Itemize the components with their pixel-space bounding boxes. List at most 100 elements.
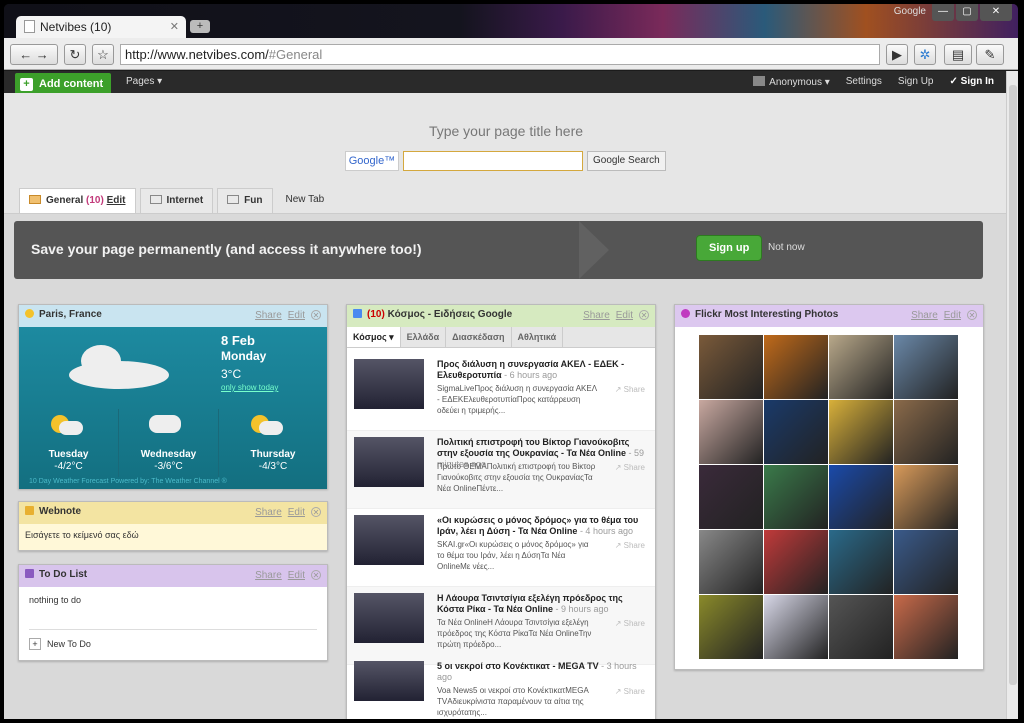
- close-tab-icon[interactable]: ✕: [170, 20, 179, 33]
- page-menu-icon[interactable]: ▤: [944, 44, 972, 65]
- close-icon[interactable]: ✕: [311, 310, 321, 320]
- todo-empty: nothing to do: [29, 595, 82, 605]
- flickr-photo[interactable]: [829, 530, 893, 594]
- news-item[interactable]: 5 οι νεκροί στο Κονέκτικατ - MEGA TV - 3…: [347, 655, 655, 719]
- widget-header[interactable]: Flickr Most Interesting Photos Share Edit…: [675, 305, 983, 327]
- sign-up-button[interactable]: Sign up: [696, 235, 763, 261]
- close-window-button[interactable]: ✕: [980, 4, 1012, 21]
- browser-tab[interactable]: Netvibes (10) ✕: [16, 16, 186, 38]
- edit-link[interactable]: Edit: [288, 507, 305, 518]
- webnote-text[interactable]: Εισάγετε το κείμενό σας εδώ: [19, 524, 327, 550]
- close-icon[interactable]: ✕: [311, 570, 321, 580]
- flickr-photo[interactable]: [699, 530, 763, 594]
- flickr-photo[interactable]: [829, 400, 893, 464]
- widget-header[interactable]: Paris, France Share Edit ✕: [19, 305, 327, 327]
- news-tab[interactable]: Κόσμος ▾: [347, 327, 401, 347]
- not-now-link[interactable]: Not now: [768, 242, 805, 253]
- flickr-photo[interactable]: [894, 595, 958, 659]
- minimize-button[interactable]: —: [932, 4, 954, 21]
- widget-header[interactable]: Webnote Share Edit ✕: [19, 502, 327, 524]
- news-item[interactable]: «Οι κυρώσεις ο μόνος δρόμος» για το θέμα…: [347, 509, 655, 587]
- widget-header[interactable]: To Do List Share Edit ✕: [19, 565, 327, 587]
- widget-header[interactable]: (10) Κόσμος - Ειδήσεις Google Share Edit ✕: [347, 305, 655, 327]
- tab-internet[interactable]: Internet: [139, 188, 214, 213]
- google-search-button[interactable]: Google Search: [587, 151, 666, 171]
- scrollbar-thumb[interactable]: [1009, 85, 1017, 685]
- edit-link[interactable]: Edit: [616, 310, 633, 321]
- new-todo-button[interactable]: + New To Do: [19, 630, 327, 658]
- page-title[interactable]: Type your page title here: [4, 123, 1008, 139]
- new-tab-button[interactable]: +: [190, 20, 210, 33]
- flickr-photo[interactable]: [894, 465, 958, 529]
- extension-icon[interactable]: ✲: [914, 44, 936, 65]
- news-item[interactable]: Η Λάουρα Τσιντσίγια εξελέγη πρόεδρος της…: [347, 587, 655, 665]
- todo-widget: To Do List Share Edit ✕ nothing to do + New…: [18, 564, 328, 661]
- flickr-photo[interactable]: [894, 400, 958, 464]
- news-item[interactable]: Προς διάλυση η συνεργασία ΑΚΕΛ - ΕΔΕΚ - …: [347, 353, 655, 431]
- news-title[interactable]: Πολιτική επιστροφή του Βίκτορ Γιανούκοβι…: [437, 437, 629, 458]
- maximize-button[interactable]: ▢: [956, 4, 978, 21]
- edit-link[interactable]: Edit: [944, 310, 961, 321]
- flickr-photo[interactable]: [764, 335, 828, 399]
- tab-new[interactable]: New Tab: [277, 188, 334, 213]
- flickr-photo[interactable]: [699, 595, 763, 659]
- news-tab[interactable]: Αθλητικά: [512, 327, 564, 347]
- flickr-photo[interactable]: [699, 335, 763, 399]
- flickr-photo[interactable]: [699, 465, 763, 529]
- flickr-photo[interactable]: [764, 530, 828, 594]
- flickr-photo[interactable]: [829, 595, 893, 659]
- flickr-photo[interactable]: [764, 400, 828, 464]
- flickr-photo[interactable]: [764, 465, 828, 529]
- star-icon[interactable]: ☆: [92, 44, 114, 65]
- share-link[interactable]: Share: [911, 310, 938, 321]
- share-link[interactable]: Share: [255, 507, 282, 518]
- close-icon[interactable]: ✕: [639, 310, 649, 320]
- tab-fun[interactable]: Fun: [217, 188, 273, 213]
- address-bar[interactable]: http://www.netvibes.com/#General: [120, 44, 880, 65]
- flickr-photo[interactable]: [764, 595, 828, 659]
- tab-general[interactable]: General (10) Edit: [19, 188, 136, 213]
- flickr-photo[interactable]: [894, 530, 958, 594]
- reload-icon[interactable]: ↻: [64, 44, 86, 65]
- news-item[interactable]: Πολιτική επιστροφή του Βίκτορ Γιανούκοβι…: [347, 431, 655, 509]
- scrollbar[interactable]: [1006, 71, 1018, 719]
- wrench-icon[interactable]: ✎: [976, 44, 1004, 65]
- title-bar: Netvibes (10) ✕ + Google — ▢ ✕: [4, 4, 1018, 38]
- close-icon[interactable]: ✕: [967, 310, 977, 320]
- share-link[interactable]: ↗ Share: [615, 541, 645, 550]
- share-link[interactable]: ↗ Share: [615, 463, 645, 472]
- pages-menu[interactable]: Pages ▾: [126, 76, 162, 87]
- news-title[interactable]: 5 οι νεκροί στο Κονέκτικατ - MEGA TV: [437, 661, 599, 671]
- settings-link[interactable]: Settings: [846, 76, 882, 88]
- google-search-input[interactable]: [403, 151, 583, 171]
- forecast-day: Tuesday -4/2°C: [19, 409, 119, 477]
- add-content-button[interactable]: + Add content: [15, 73, 112, 95]
- edit-link[interactable]: Edit: [288, 570, 305, 581]
- share-link[interactable]: ↗ Share: [615, 619, 645, 628]
- share-link[interactable]: ↗ Share: [615, 385, 645, 394]
- news-tab[interactable]: Ελλάδα: [401, 327, 447, 347]
- share-link[interactable]: Share: [583, 310, 610, 321]
- flickr-photo[interactable]: [829, 465, 893, 529]
- share-link[interactable]: Share: [255, 310, 282, 321]
- edit-tab-link[interactable]: Edit: [107, 195, 126, 206]
- news-thumbnail: [354, 359, 424, 409]
- back-forward-button[interactable]: ← →: [10, 44, 58, 65]
- share-link[interactable]: ↗ Share: [615, 687, 645, 696]
- flickr-photo[interactable]: [699, 400, 763, 464]
- flickr-photo[interactable]: [829, 335, 893, 399]
- flickr-photo[interactable]: [894, 335, 958, 399]
- close-icon[interactable]: ✕: [311, 507, 321, 517]
- show-today-link[interactable]: only show today: [221, 383, 278, 392]
- webnote-widget: Webnote Share Edit ✕ Εισάγετε το κείμενό σ…: [18, 501, 328, 551]
- share-link[interactable]: Share: [255, 570, 282, 581]
- netvibes-topbar: + Add content Pages ▾ Anonymous ▾ Setting…: [4, 71, 1008, 95]
- sign-up-link[interactable]: Sign Up: [898, 76, 934, 88]
- user-menu[interactable]: Anonymous ▾: [753, 76, 830, 88]
- weather-footer[interactable]: 10 Day Weather Forecast Powered by: The …: [29, 478, 227, 485]
- unread-count: (10): [367, 309, 385, 320]
- sign-in-link[interactable]: ✓ Sign In: [949, 76, 994, 88]
- news-tab[interactable]: Διασκέδαση: [446, 327, 512, 347]
- edit-link[interactable]: Edit: [288, 310, 305, 321]
- play-icon[interactable]: ▶: [886, 44, 908, 65]
